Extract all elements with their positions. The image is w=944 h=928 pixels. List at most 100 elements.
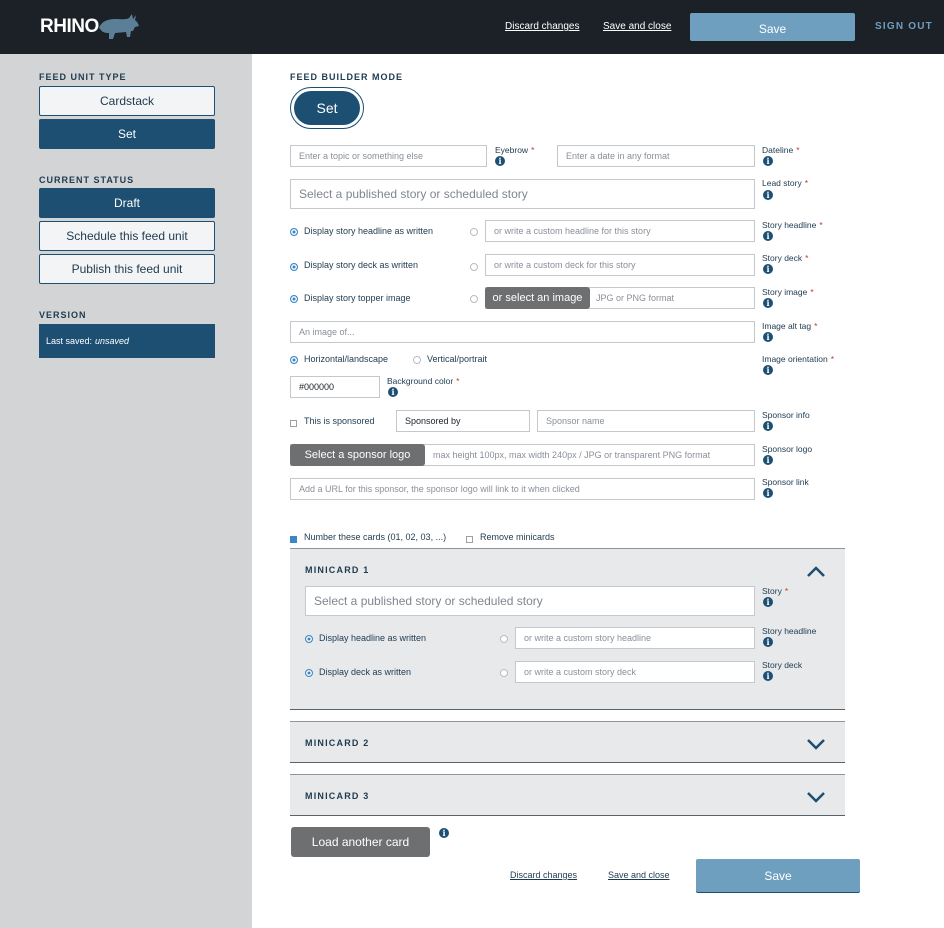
rhino-logo[interactable]: RHINO (40, 12, 141, 42)
story-image-label: Story image * (762, 287, 814, 297)
info-icon[interactable]: i (439, 828, 449, 838)
background-color-label: Background color * (387, 376, 460, 386)
minicard-2[interactable]: MINICARD 2 (290, 721, 845, 763)
chevron-up-icon[interactable] (806, 566, 826, 578)
version-heading: VERSION (39, 310, 87, 320)
feed-builder-mode-heading: FEED BUILDER MODE (290, 72, 404, 82)
horizontal-label: Horizontal/landscape (304, 354, 389, 364)
minicard-1-custom-headline-radio[interactable] (500, 635, 508, 643)
image-alt-input[interactable]: An image of... (290, 321, 755, 343)
minicard-1-story-input[interactable]: Select a published story or scheduled st… (305, 586, 755, 616)
info-icon[interactable]: i (763, 332, 773, 342)
minicard-1: MINICARD 1 Select a published story or s… (290, 548, 845, 710)
current-status-heading: CURRENT STATUS (39, 175, 135, 185)
info-icon[interactable]: i (388, 387, 398, 397)
type-cardstack-button[interactable]: Cardstack (39, 86, 215, 116)
sponsored-by-input[interactable]: Sponsored by (396, 410, 530, 432)
chevron-down-icon[interactable] (806, 791, 826, 803)
last-saved-value: unsaved (95, 336, 130, 346)
sponsor-link-label: Sponsor link (762, 477, 809, 487)
remove-minicards-label: Remove minicards (480, 532, 555, 542)
info-icon[interactable]: i (763, 264, 773, 274)
status-publish-button[interactable]: Publish this feed unit (39, 254, 215, 284)
info-icon[interactable]: i (763, 488, 773, 498)
info-icon[interactable]: i (763, 421, 773, 431)
minicard-1-display-headline-radio[interactable] (305, 635, 313, 643)
chevron-down-icon[interactable] (806, 738, 826, 750)
number-cards-label: Number these cards (01, 02, 03, ...) (304, 532, 447, 542)
info-icon[interactable]: i (763, 298, 773, 308)
info-icon[interactable]: i (763, 671, 773, 681)
vertical-radio[interactable] (413, 356, 421, 364)
info-icon[interactable]: i (763, 190, 773, 200)
custom-deck-radio[interactable] (470, 263, 478, 271)
custom-headline-input[interactable]: or write a custom headline for this stor… (485, 220, 755, 242)
info-icon[interactable]: i (763, 365, 773, 375)
minicard-1-custom-deck-input[interactable]: or write a custom story deck (515, 661, 755, 683)
sign-out-link[interactable]: SIGN OUT (875, 21, 933, 32)
sponsor-link-input[interactable]: Add a URL for this sponsor, the sponsor … (290, 478, 755, 500)
feed-unit-type-heading: FEED UNIT TYPE (39, 72, 127, 82)
save-and-close-link[interactable]: Save and close (603, 21, 671, 32)
version-status: Last saved: unsaved (39, 324, 215, 358)
select-image-button[interactable]: or select an image (485, 287, 590, 309)
lead-story-label: Lead story * (762, 178, 809, 188)
eyebrow-input[interactable]: Enter a topic or something else (290, 145, 487, 167)
info-icon[interactable]: i (763, 231, 773, 241)
lead-story-input[interactable]: Select a published story or scheduled st… (290, 179, 755, 209)
dateline-label: Dateline * (762, 145, 800, 155)
select-sponsor-logo-button[interactable]: Select a sponsor logo (290, 444, 425, 466)
bottom-save-and-close-link[interactable]: Save and close (608, 870, 670, 880)
image-orientation-label: Image orientation * (762, 354, 834, 364)
custom-deck-input[interactable]: or write a custom deck for this story (485, 254, 755, 276)
sponsored-checkbox[interactable] (290, 420, 297, 427)
rhino-logo-icon (98, 14, 139, 39)
minicard-1-story-headline-label: Story headline (762, 626, 817, 636)
info-icon[interactable]: i (763, 637, 773, 647)
display-deck-radio[interactable] (290, 263, 298, 271)
custom-headline-radio[interactable] (470, 228, 478, 236)
remove-minicards-checkbox[interactable] (466, 536, 473, 543)
logo-text: RHINO (40, 16, 99, 37)
minicard-3-title: MINICARD 3 (305, 791, 370, 801)
mode-selector[interactable]: Set (290, 87, 364, 129)
number-cards-checkbox[interactable] (290, 536, 297, 543)
load-another-card-button[interactable]: Load another card (291, 827, 430, 857)
bottom-discard-changes-link[interactable]: Discard changes (510, 870, 577, 880)
minicard-3[interactable]: MINICARD 3 (290, 774, 845, 816)
sponsor-name-input[interactable]: Sponsor name (537, 410, 755, 432)
minicard-1-custom-headline-input[interactable]: or write a custom story headline (515, 627, 755, 649)
image-alt-label: Image alt tag * (762, 321, 818, 331)
sidebar: FEED UNIT TYPE Cardstack Set CURRENT STA… (0, 54, 252, 928)
select-image-radio[interactable] (470, 295, 478, 303)
minicard-1-display-deck-label: Display deck as written (319, 667, 412, 677)
display-deck-label: Display story deck as written (304, 260, 419, 270)
minicard-2-title: MINICARD 2 (305, 738, 370, 748)
display-topper-image-label: Display story topper image (304, 293, 411, 303)
info-icon[interactable]: i (763, 455, 773, 465)
minicard-1-display-deck-radio[interactable] (305, 669, 313, 677)
status-schedule-button[interactable]: Schedule this feed unit (39, 221, 215, 251)
horizontal-radio[interactable] (290, 356, 298, 364)
discard-changes-link[interactable]: Discard changes (505, 21, 579, 32)
sponsor-logo-label: Sponsor logo (762, 444, 813, 454)
story-deck-label: Story deck * (762, 253, 809, 263)
type-set-button[interactable]: Set (39, 119, 215, 149)
dateline-input[interactable]: Enter a date in any format (557, 145, 755, 167)
info-icon[interactable]: i (763, 597, 773, 607)
status-draft-button[interactable]: Draft (39, 188, 215, 218)
minicard-1-story-deck-label: Story deck (762, 660, 803, 670)
mode-set-pill[interactable]: Set (294, 91, 360, 125)
display-topper-image-radio[interactable] (290, 295, 298, 303)
bottom-save-button[interactable]: Save (696, 859, 860, 892)
minicard-1-title: MINICARD 1 (305, 565, 370, 575)
minicard-1-story-label: Story * (762, 586, 789, 596)
sponsored-label: This is sponsored (304, 416, 375, 426)
background-color-input[interactable]: #000000 (290, 376, 380, 398)
display-headline-radio[interactable] (290, 228, 298, 236)
info-icon[interactable]: i (495, 156, 505, 166)
display-headline-label: Display story headline as written (304, 226, 434, 236)
save-button[interactable]: Save (690, 13, 855, 41)
info-icon[interactable]: i (763, 156, 773, 166)
minicard-1-custom-deck-radio[interactable] (500, 669, 508, 677)
